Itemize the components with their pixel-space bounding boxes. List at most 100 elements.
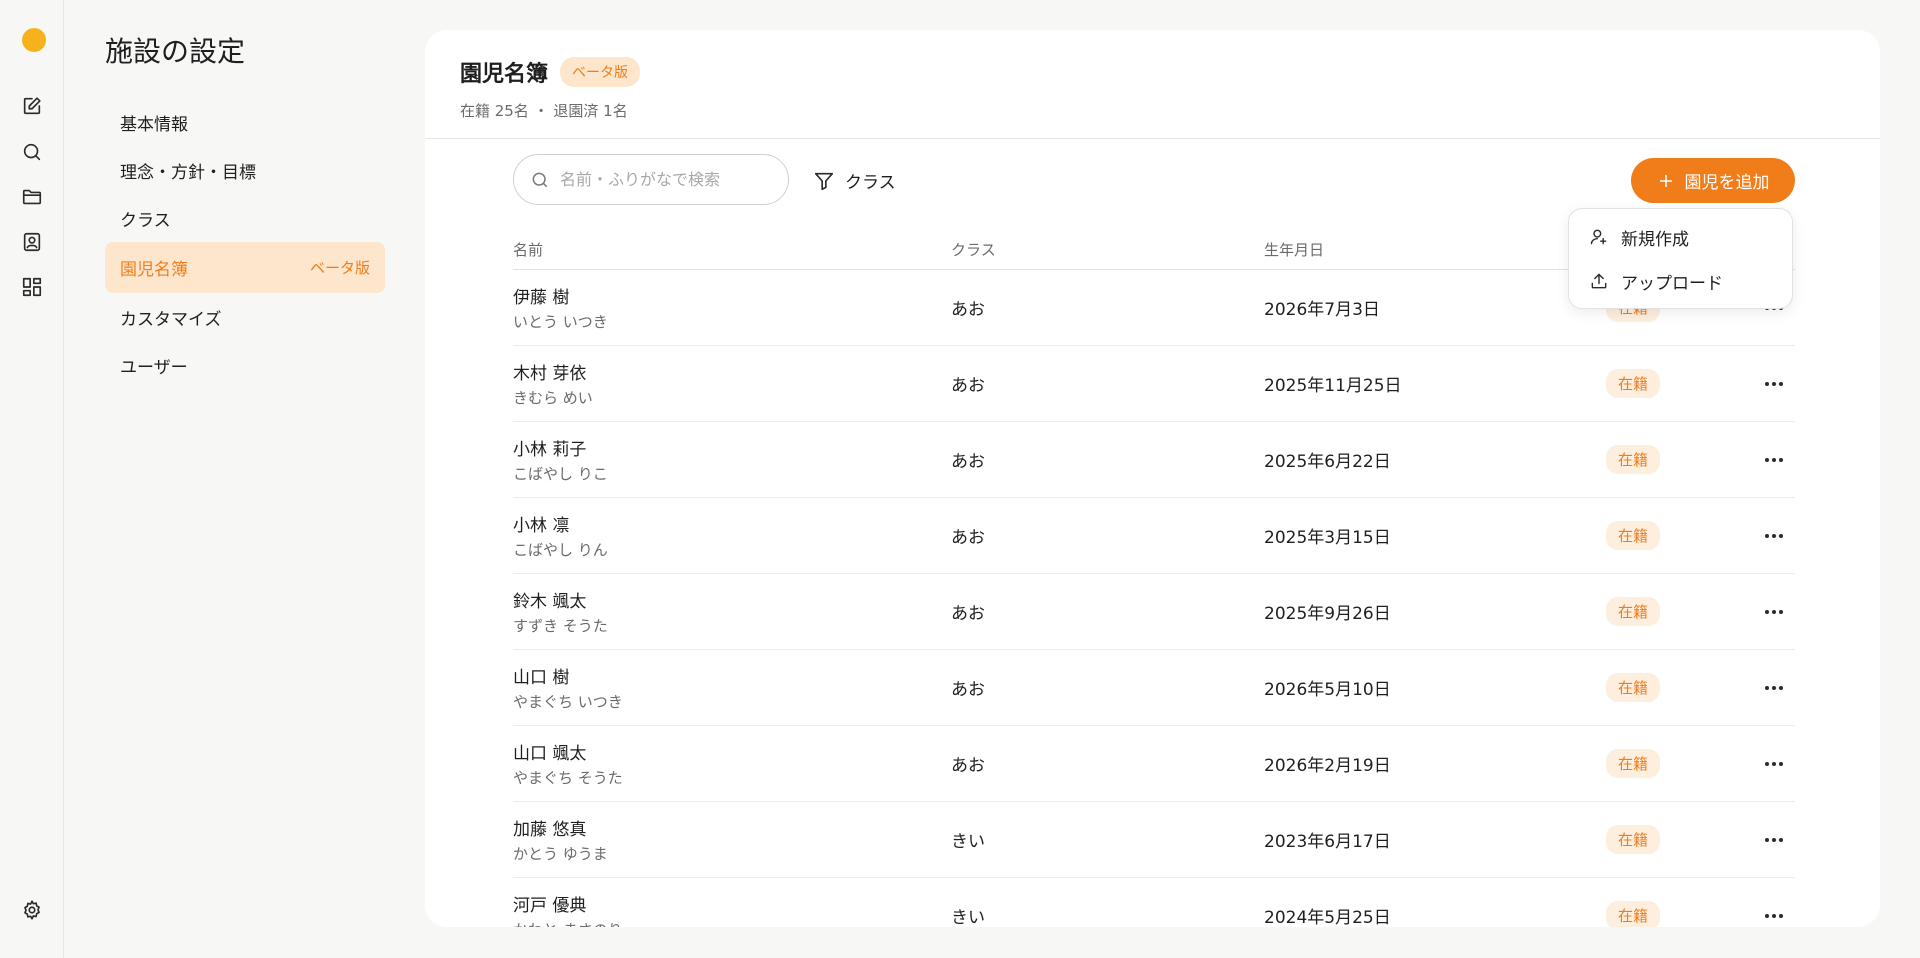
child-name: 鈴木 颯太 (513, 592, 587, 612)
page-title: 園児名簿 (460, 62, 549, 87)
settings-item-label: 基本情報 (120, 114, 188, 135)
column-header-birthdate: 生年月日 (1264, 241, 1325, 259)
more-icon[interactable] (1760, 446, 1788, 474)
child-birthdate: 2025年11月25日 (1264, 376, 1402, 396)
settings-item-label: カスタマイズ (120, 309, 222, 330)
child-name: 加藤 悠真 (513, 820, 587, 840)
settings-item-label: 園児名簿 (120, 260, 188, 280)
column-header-name: 名前 (513, 241, 544, 259)
child-class: きい (951, 908, 985, 927)
more-icon[interactable] (1760, 370, 1788, 398)
child-kana: こばやし りん (513, 541, 608, 559)
child-name: 河戸 優典 (513, 896, 587, 916)
more-icon[interactable] (1760, 674, 1788, 702)
child-name: 山口 颯太 (513, 744, 587, 764)
settings-item-label: クラス (120, 210, 171, 231)
settings-item-customize[interactable]: カスタマイズ (105, 293, 385, 341)
add-child-label: 園児を追加 (1684, 173, 1770, 193)
child-kana: やまぐち いつき (513, 693, 623, 711)
logo-icon[interactable] (18, 24, 48, 54)
contact-icon[interactable] (20, 230, 44, 254)
child-class: あお (951, 528, 985, 548)
child-class: あお (951, 452, 985, 472)
filter-label: クラス (845, 173, 896, 193)
table-row[interactable]: 山口 樹やまぐち いつき あお 2026年5月10日 在籍 (513, 650, 1795, 726)
table-row[interactable]: 小林 莉子こばやし りこ あお 2025年6月22日 在籍 (513, 422, 1795, 498)
settings-item-users[interactable]: ユーザー (105, 341, 385, 389)
table-row[interactable]: 山口 颯太 やまぐち そうた あお 2026年2月19日 在籍 (513, 726, 1795, 802)
user-plus-icon (1590, 229, 1607, 245)
search-input[interactable] (560, 170, 760, 189)
status-badge: 在籍 (1606, 673, 1661, 702)
child-class: きい (951, 832, 985, 852)
child-class: あお (951, 376, 985, 396)
dashboard-icon[interactable] (20, 275, 44, 299)
table-row[interactable]: 鈴木 颯太 すずき そうた あお 2025年9月26日 在籍 (513, 574, 1795, 650)
column-header-class: クラス (951, 241, 996, 259)
table-row[interactable]: 小林 凛こばやし りん あお 2025年3月15日 在籍 (513, 498, 1795, 574)
child-kana: こばやし りこ (513, 465, 608, 483)
edit-icon[interactable] (20, 94, 44, 118)
icon-rail (0, 0, 64, 958)
add-child-button[interactable]: 園児を追加 (1631, 158, 1795, 203)
beta-label: ベータ版 (309, 259, 370, 277)
child-birthdate: 2023年6月17日 (1264, 832, 1391, 852)
add-child-menu: 新規作成 アップロード (1568, 208, 1793, 309)
menu-item-label: 新規作成 (1621, 229, 1689, 250)
plus-icon (1659, 174, 1672, 187)
status-badge: 在籍 (1606, 597, 1661, 626)
filter-icon (814, 172, 834, 190)
more-icon[interactable] (1760, 902, 1788, 928)
child-birthdate: 2025年9月26日 (1264, 604, 1391, 624)
settings-item-class[interactable]: クラス (105, 194, 385, 242)
child-birthdate: 2024年5月25日 (1264, 908, 1391, 927)
child-class: あお (951, 604, 985, 624)
child-kana: かわと まさのり (513, 919, 951, 927)
menu-item-label: アップロード (1621, 273, 1723, 294)
beta-badge: ベータ版 (560, 57, 641, 87)
settings-item-label: 理念・方針・目標 (120, 162, 256, 183)
settings-nav: 基本情報 理念・方針・目標 クラス 園児名簿 ベータ版 カスタマイズ ユーザー (105, 98, 385, 389)
settings-title: 施設の設定 (105, 35, 246, 68)
more-icon[interactable] (1760, 826, 1788, 854)
upload-icon (1591, 273, 1607, 289)
search-icon[interactable] (20, 140, 44, 164)
status-badge: 在籍 (1606, 445, 1661, 474)
child-birthdate: 2025年6月22日 (1264, 452, 1391, 472)
child-class: あお (951, 300, 985, 320)
child-kana: かとう ゆうま (513, 845, 608, 863)
search-box[interactable] (513, 154, 789, 205)
card-header: 園児名簿 ベータ版 在籍 25名 ・ 退園済 1名 (425, 30, 1880, 139)
table-row[interactable]: 河戸 優典かわと まさのり きい 2024年5月25日 在籍 (513, 878, 1795, 927)
settings-item-roster[interactable]: 園児名簿 ベータ版 (105, 242, 385, 293)
more-icon[interactable] (1760, 522, 1788, 550)
child-birthdate: 2026年2月19日 (1264, 756, 1391, 776)
status-badge: 在籍 (1606, 521, 1661, 550)
roster-table: 名前 クラス 生年月日 伊藤 樹いとう いつき あお 2026年7月3日 在籍 … (513, 230, 1795, 927)
roster-card: 園児名簿 ベータ版 在籍 25名 ・ 退園済 1名 クラス 園児を追加 名前 ク… (425, 30, 1880, 927)
status-badge: 在籍 (1606, 901, 1661, 927)
child-name: 小林 凛 (513, 516, 570, 536)
child-kana: いとう いつき (513, 313, 608, 331)
child-kana: やまぐち そうた (513, 769, 623, 787)
settings-item-label: ユーザー (120, 357, 188, 378)
toolbar: クラス 園児を追加 (513, 154, 1795, 206)
enrollment-summary: 在籍 25名 ・ 退園済 1名 (460, 102, 628, 120)
table-row[interactable]: 木村 芽依 きむら めい あお 2025年11月25日 在籍 (513, 346, 1795, 422)
settings-item-basic-info[interactable]: 基本情報 (105, 98, 385, 146)
settings-item-philosophy[interactable]: 理念・方針・目標 (105, 146, 385, 194)
child-kana: きむら めい (513, 389, 593, 407)
table-row[interactable]: 加藤 悠真 かとう ゆうま きい 2023年6月17日 在籍 (513, 802, 1795, 878)
more-icon[interactable] (1760, 598, 1788, 626)
child-name: 山口 樹 (513, 668, 570, 688)
menu-item-upload[interactable]: アップロード (1577, 259, 1784, 303)
status-badge: 在籍 (1606, 749, 1661, 778)
gear-icon[interactable] (20, 898, 44, 922)
child-name: 小林 莉子 (513, 440, 587, 460)
status-badge: 在籍 (1606, 369, 1661, 398)
menu-item-new[interactable]: 新規作成 (1577, 215, 1784, 259)
folder-icon[interactable] (20, 185, 44, 209)
child-birthdate: 2026年7月3日 (1264, 300, 1380, 320)
class-filter-button[interactable]: クラス (813, 168, 896, 193)
more-icon[interactable] (1760, 750, 1788, 778)
